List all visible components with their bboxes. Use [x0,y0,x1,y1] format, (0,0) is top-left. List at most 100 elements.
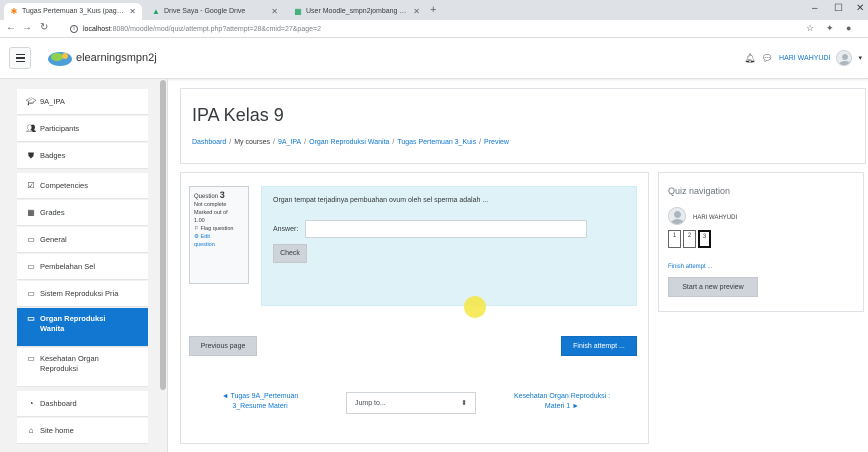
drawer-scrollbar[interactable] [160,80,166,390]
cursor-highlight [464,296,486,318]
sidebar-item-label-line: Reproduksi [40,364,78,373]
folder-icon: ▭ [27,235,35,244]
hamburger-icon-bar [15,60,25,63]
finish-attempt-button[interactable]: Finish attempt ... [561,336,637,356]
graduation-cap-icon: 🎓︎ [26,97,37,106]
avatar [668,207,686,225]
sidebar-item-organ-reproduksi-wanita[interactable]: ▭ Organ Reproduksi Wanita [17,308,148,347]
site-logo-icon[interactable] [46,49,74,67]
question-label: Question [194,194,219,200]
close-icon[interactable]: ✕ [413,7,420,16]
sidebar-item-kesehatan-organ-reproduksi[interactable]: ▭ Kesehatan Organ Reproduksi [17,348,148,387]
edit-question-link[interactable]: ⚙ Edit question [194,233,244,249]
jump-to-select[interactable]: Jump to... ⬍ [346,392,476,414]
previous-activity-label: ◄ Tugas 9A_Pertemuan [221,393,299,400]
folder-icon: ▭ [27,314,35,323]
avatar[interactable] [836,50,853,66]
sidebar-item-course[interactable]: 🎓︎ 9A_IPA [17,89,148,115]
page-title: IPA Kelas 9 [192,105,284,125]
check-button[interactable]: Check [273,244,307,263]
new-tab-button[interactable]: + [430,4,436,16]
sidebar-item-general[interactable]: ▭ General [17,227,148,253]
profile-icon[interactable]: ● [846,23,851,33]
breadcrumb-course[interactable]: 9A_IPA [278,139,301,146]
sidebar-item-label: Grades [40,208,65,217]
back-arrow-icon[interactable]: ← [6,22,16,33]
question-number-value: 3 [219,190,225,200]
breadcrumb-section[interactable]: Organ Reproduksi Wanita [309,139,389,146]
extension-icon[interactable]: ✦ [826,23,834,34]
reload-icon[interactable]: ↻ [40,22,48,33]
close-icon[interactable]: ✕ [129,7,136,16]
finish-attempt-link[interactable]: Finish attempt ... [668,264,712,270]
chevron-down-icon: ⬍ [461,400,467,407]
forward-arrow-icon[interactable]: → [22,22,32,33]
question-status: Not complete [194,202,227,208]
next-activity-link[interactable]: Kesehatan Organ Reproduksi : Materi 1 ► [496,392,628,412]
gear-icon: ⚙ [194,234,199,240]
menu-toggle-button[interactable] [9,47,31,69]
previous-activity-link[interactable]: ◄ Tugas 9A_Pertemuan 3_Resume Materi [200,392,320,412]
breadcrumb-separator: / [479,139,482,146]
breadcrumb: Dashboard / My courses/9A_IPA / Organ Reprod… [192,139,509,146]
question-button-2[interactable]: 2 [683,230,696,248]
breadcrumb-quiz[interactable]: Tugas Pertemuan 3_Kuis [397,139,476,146]
sidebar-item-site-home[interactable]: ⌂ Site home [17,418,148,444]
tab-drive[interactable]: ▲ Drive Saya - Google Drive ✕ [146,3,284,20]
url-field[interactable]: i localhost:8080/moodle/mod/quiz/attempt… [70,22,770,36]
sidebar-item-label: Badges [40,151,66,160]
sidebar-item-badges[interactable]: ⛊ Badges [17,143,148,169]
sidebar-item-label-line: Organ Reproduksi [40,314,106,323]
answer-label: Answer: [273,226,299,233]
question-button-1[interactable]: 1 [668,230,681,248]
breadcrumb-separator: / [229,139,232,146]
start-new-preview-button[interactable]: Start a new preview [668,277,758,297]
sidebar-item-grades[interactable]: ▦ Grades [17,200,148,226]
tab-sheet-label: User Moodle_smpn2jombang - ... [306,8,409,15]
breadcrumb-dashboard[interactable]: Dashboard [192,139,226,146]
question-buttons: 1 2 3 [668,230,711,248]
flag-question[interactable]: ⚐ Flag question [194,225,244,233]
site-name[interactable]: elearningsmpn2j [76,52,157,64]
sidebar-item-label: Dashboard [40,399,77,408]
chat-icon[interactable]: 💬︎ [762,53,773,64]
next-activity-label: Materi 1 ► [544,403,580,410]
sidebar-item-label: Competencies [40,181,88,190]
tab-quiz[interactable]: ✱ Tugas Pertemuan 3_Kuis (page 2 ... ✕ [4,3,142,20]
sidebar-item-sistem-reproduksi-pria[interactable]: ▭ Sistem Reproduksi Pria [17,281,148,307]
bell-icon[interactable]: 🔔︎ [744,53,755,64]
chevron-down-icon[interactable]: ▾ [858,54,862,62]
user-name[interactable]: HARI WAHYUDI [779,55,830,62]
close-window-button[interactable]: ✕ [856,3,864,14]
sidebar-item-label: 9A_IPA [40,97,65,106]
previous-page-button[interactable]: Previous page [189,336,257,356]
sidebar-item-label: Site home [40,426,74,435]
maximize-button[interactable]: ☐ [834,3,843,14]
sidebar-item-label-line: Wanita [40,324,65,333]
tab-drive-label: Drive Saya - Google Drive [164,8,246,15]
sidebar-item-competencies[interactable]: ☑ Competencies [17,173,148,199]
sidebar-item-pembelahan-sel[interactable]: ▭ Pembelahan Sel [17,254,148,280]
checkbox-icon: ☑ [27,181,35,190]
sidebar-item-dashboard[interactable]: ◔ Dashboard [17,391,148,417]
sidebar-item-label: Organ Reproduksi Wanita [40,314,105,334]
answer-input[interactable] [305,220,587,238]
quiz-user-name: HARI WAHYUDI [693,215,738,221]
users-icon: 👥︎ [26,124,37,133]
nav-drawer: 🎓︎ 9A_IPA 👥︎ Participants ⛊ Badges ☑ Com… [0,79,168,452]
info-icon[interactable]: i [70,25,78,33]
minimize-button[interactable]: – [812,3,818,14]
browser-tab-bar: ✱ Tugas Pertemuan 3_Kuis (page 2 ... ✕ ▲… [0,0,868,20]
tab-sheet[interactable]: ▦ User Moodle_smpn2jombang - ... ✕ [288,3,426,20]
close-icon[interactable]: ✕ [271,7,278,16]
star-icon[interactable]: ☆ [806,23,814,34]
sheets-favicon-icon: ▦ [294,6,302,16]
folder-icon: ▭ [27,354,35,363]
sidebar-item-label: General [40,235,67,244]
question-button-3[interactable]: 3 [698,230,711,248]
dashboard-icon: ◔ [28,399,34,408]
breadcrumb-preview[interactable]: Preview [484,139,509,146]
sidebar-item-participants[interactable]: 👥︎ Participants [17,116,148,142]
breadcrumb-my-courses[interactable]: My courses [234,139,270,146]
user-menu: 🔔︎ 💬︎ HARI WAHYUDI ▾ [744,50,862,66]
